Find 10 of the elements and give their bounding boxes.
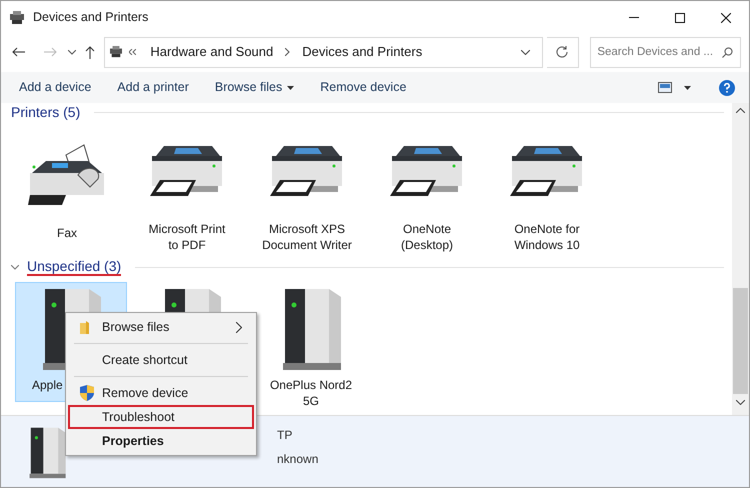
device-label: Apple bbox=[31, 377, 64, 393]
device-label: Fax bbox=[56, 225, 78, 241]
device-category: nknown bbox=[277, 450, 318, 468]
device-label: OneNote for Windows 10 bbox=[513, 221, 581, 253]
window-title: Devices and Printers bbox=[33, 9, 148, 26]
device-label: Microsoft XPS Document Writer bbox=[261, 221, 353, 253]
device-name: TP bbox=[277, 426, 294, 444]
device-label: OnePlus Nord2 5G bbox=[268, 377, 354, 409]
device-label: OneNote (Desktop) bbox=[400, 221, 454, 253]
device-label: Microsoft Print to PDF bbox=[148, 221, 226, 253]
